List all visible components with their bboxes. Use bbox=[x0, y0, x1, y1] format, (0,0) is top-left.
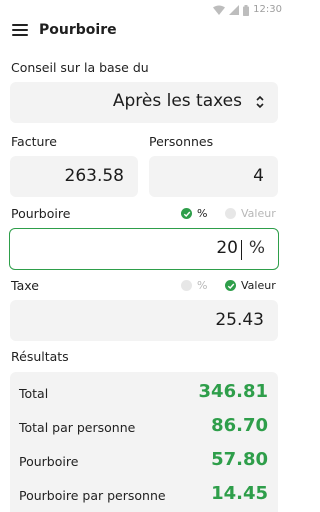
conseil-selected-value: Après les taxes bbox=[112, 91, 242, 111]
result-value: 346.81 bbox=[198, 381, 268, 402]
taxe-input[interactable]: 25.43 bbox=[10, 300, 278, 341]
pourboire-label: Pourboire bbox=[11, 206, 71, 221]
result-value: 14.45 bbox=[211, 483, 268, 504]
pourboire-value: 20 bbox=[216, 238, 238, 258]
status-time: 12:30 bbox=[253, 4, 282, 15]
pourboire-percent-label: % bbox=[197, 207, 208, 220]
pourboire-input[interactable]: 20 % bbox=[9, 228, 279, 270]
taxe-label: Taxe bbox=[11, 278, 39, 293]
conseil-label: Conseil sur la base du bbox=[11, 60, 149, 75]
text-cursor bbox=[240, 240, 242, 260]
result-label: Total bbox=[19, 386, 49, 401]
personnes-input[interactable]: 4 bbox=[149, 156, 278, 197]
result-row-pourboire-par-personne: Pourboire par personne 14.45 bbox=[10, 479, 278, 512]
result-label: Pourboire bbox=[19, 454, 79, 469]
app-title: Pourboire bbox=[39, 22, 117, 38]
facture-label: Facture bbox=[11, 134, 57, 149]
facture-value: 263.58 bbox=[64, 166, 124, 186]
resultats-label: Résultats bbox=[11, 349, 69, 364]
dropdown-arrows-icon bbox=[256, 95, 264, 109]
status-icons: 12:30 bbox=[213, 3, 282, 17]
result-label: Pourboire par personne bbox=[19, 488, 166, 503]
pourboire-unit: % bbox=[248, 238, 265, 258]
battery-icon bbox=[243, 4, 250, 16]
result-value: 86.70 bbox=[211, 415, 268, 436]
app-bar: Pourboire bbox=[0, 20, 288, 44]
wifi-icon bbox=[213, 5, 226, 15]
pourboire-valeur-option[interactable]: Valeur bbox=[225, 207, 276, 220]
check-icon bbox=[225, 280, 236, 291]
results-panel: Total 346.81 Total par personne 86.70 Po… bbox=[10, 372, 278, 512]
conseil-select[interactable]: Après les taxes bbox=[10, 82, 278, 123]
taxe-value: 25.43 bbox=[215, 310, 264, 330]
taxe-percent-label: % bbox=[197, 279, 208, 292]
result-label: Total par personne bbox=[19, 420, 136, 435]
taxe-valeur-option[interactable]: Valeur bbox=[225, 279, 276, 292]
taxe-valeur-label: Valeur bbox=[241, 279, 276, 292]
menu-icon[interactable] bbox=[12, 24, 28, 38]
radio-empty-icon bbox=[181, 280, 192, 291]
pourboire-valeur-label: Valeur bbox=[241, 207, 276, 220]
radio-empty-icon bbox=[225, 208, 236, 219]
taxe-percent-option[interactable]: % bbox=[181, 279, 207, 292]
signal-icon bbox=[229, 5, 240, 15]
personnes-label: Personnes bbox=[149, 134, 214, 149]
result-value: 57.80 bbox=[211, 449, 268, 470]
pourboire-percent-option[interactable]: % bbox=[181, 207, 207, 220]
result-row-total-par-personne: Total par personne 86.70 bbox=[10, 411, 278, 445]
facture-input[interactable]: 263.58 bbox=[10, 156, 138, 197]
check-icon bbox=[181, 208, 192, 219]
status-bar: 12:30 bbox=[0, 0, 288, 20]
personnes-value: 4 bbox=[253, 166, 264, 186]
result-row-pourboire: Pourboire 57.80 bbox=[10, 445, 278, 479]
result-row-total: Total 346.81 bbox=[10, 377, 278, 411]
